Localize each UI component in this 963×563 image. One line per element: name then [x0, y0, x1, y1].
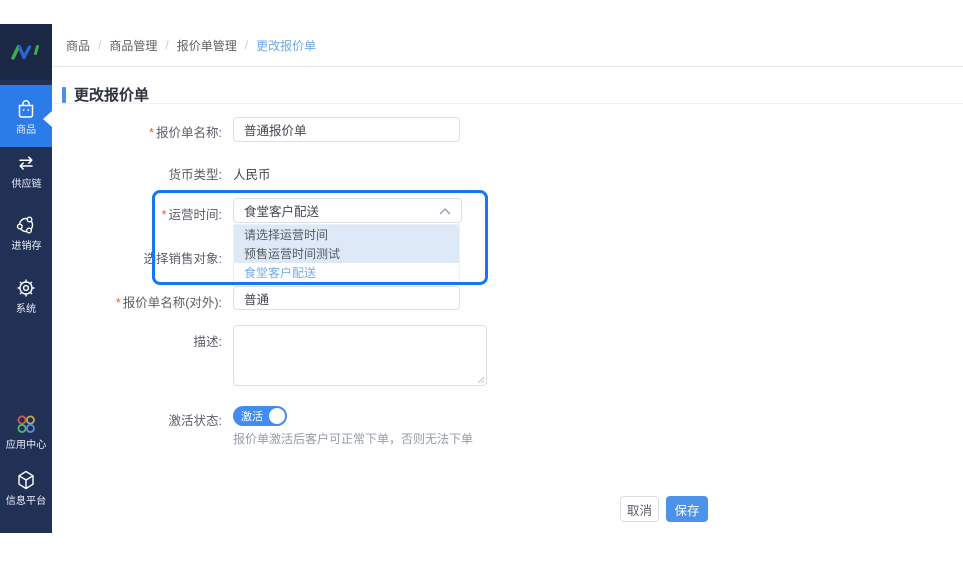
dropdown-option-selected[interactable]: 食堂客户配送	[234, 263, 459, 282]
logo-icon	[9, 42, 43, 62]
currency-value: 人民币	[233, 164, 271, 183]
title-divider	[52, 103, 963, 104]
chevron-up-icon	[439, 207, 451, 215]
toggle-knob	[269, 408, 285, 424]
sidebar-item-label: 供应链	[11, 178, 41, 189]
sidebar-item-label: 进销存	[11, 240, 41, 251]
quote-name-input[interactable]	[233, 117, 460, 142]
active-status-helper: 报价单激活后客户可正常下单，否则无法下单	[233, 430, 473, 447]
external-name-input[interactable]	[233, 286, 460, 310]
operating-time-select[interactable]: 食堂客户配送	[233, 198, 462, 223]
bag-icon	[14, 97, 38, 121]
cancel-button[interactable]: 取消	[620, 496, 659, 522]
operating-time-selected-value: 食堂客户配送	[244, 201, 439, 220]
description-textarea[interactable]	[233, 325, 487, 386]
sidebar-item-info-platform[interactable]: 信息平台	[0, 468, 52, 507]
active-item-pointer	[43, 111, 52, 127]
share-icon	[14, 213, 38, 237]
quote-name-label: 报价单名称:	[52, 122, 222, 141]
page-title-text: 更改报价单	[74, 84, 149, 105]
sales-target-label: 选择销售对象:	[52, 248, 222, 267]
sidebar-item-label: 信息平台	[6, 495, 46, 506]
breadcrumb-separator: /	[98, 38, 101, 52]
breadcrumb-item[interactable]: 商品管理	[109, 37, 157, 54]
sidebar-item-label: 系统	[16, 303, 36, 314]
active-status-toggle[interactable]: 激活	[233, 406, 287, 426]
breadcrumb-separator: /	[245, 38, 248, 52]
breadcrumb-item[interactable]: 商品	[66, 37, 90, 54]
sidebar-item-supply-chain[interactable]: 供应链	[0, 151, 52, 190]
active-status-label: 激活状态:	[52, 410, 222, 429]
description-label: 描述:	[52, 331, 222, 350]
apps-icon	[14, 412, 38, 436]
operating-time-label: 运营时间:	[52, 204, 222, 223]
breadcrumb-item-current: 更改报价单	[256, 37, 316, 54]
sidebar-item-label: 商品	[16, 124, 36, 135]
external-name-label: 报价单名称(对外):	[52, 292, 222, 311]
dropdown-option[interactable]: 预售运营时间测试	[234, 244, 459, 263]
sidebar-item-system[interactable]: 系统	[0, 276, 52, 315]
breadcrumb-item[interactable]: 报价单管理	[177, 37, 237, 54]
save-button[interactable]: 保存	[666, 496, 708, 522]
currency-label: 货币类型:	[52, 164, 222, 183]
breadcrumb: 商品 / 商品管理 / 报价单管理 / 更改报价单	[52, 24, 963, 67]
toggle-state-text: 激活	[241, 408, 263, 424]
dropdown-option[interactable]: 请选择运营时间	[234, 225, 459, 244]
arrows-icon	[14, 151, 38, 175]
sidebar: 商品 供应链 进销存 系统 应用中心	[0, 24, 52, 533]
sidebar-item-inventory[interactable]: 进销存	[0, 213, 52, 252]
breadcrumb-separator: /	[165, 38, 168, 52]
cube-icon	[14, 468, 38, 492]
page-title: 更改报价单	[62, 84, 149, 105]
app-logo[interactable]	[0, 24, 52, 80]
sidebar-item-label: 应用中心	[6, 439, 46, 450]
title-accent-bar	[62, 87, 66, 103]
gear-icon	[14, 276, 38, 300]
sidebar-item-app-center[interactable]: 应用中心	[0, 412, 52, 451]
operating-time-dropdown: 请选择运营时间 预售运营时间测试 食堂客户配送	[233, 224, 460, 283]
